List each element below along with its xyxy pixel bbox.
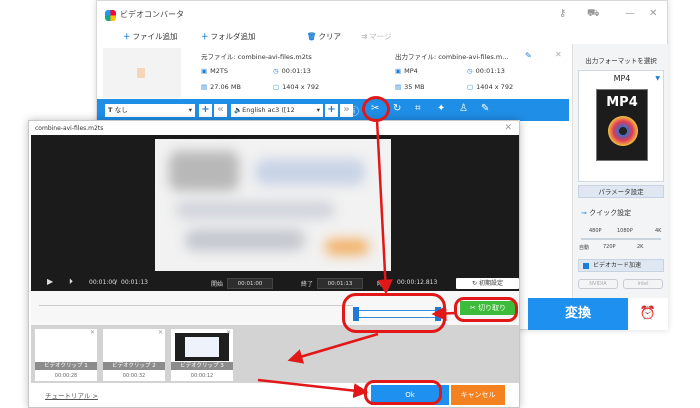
- arrow-to-ok: [257, 378, 369, 399]
- annotation-arrows: [257, 119, 457, 399]
- arrow-scissors-to-trim: [375, 119, 393, 295]
- screenshot-stage: ビデオコンバータ ⚷ ⛟ — ✕ ＋ファイル追加 ＋フォルダ追加 🗑 クリア ⇉ マ…: [0, 0, 700, 408]
- arrow-trim-to-clips: [287, 332, 379, 364]
- arrow-cut-to-trim: [431, 305, 457, 321]
